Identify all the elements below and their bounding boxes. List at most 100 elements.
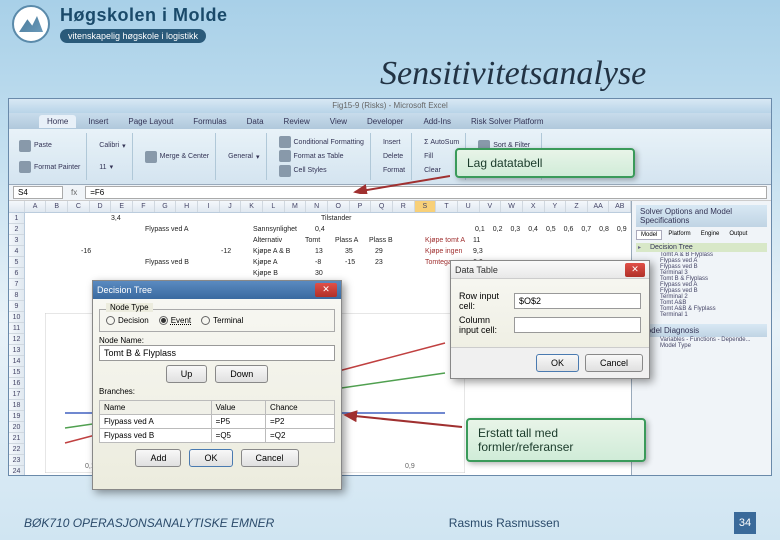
col-header[interactable]: X: [523, 201, 545, 212]
ok-button[interactable]: OK: [536, 354, 579, 372]
name-box[interactable]: S4: [13, 186, 63, 199]
sidebar-tab-platform[interactable]: Platform: [664, 230, 694, 240]
row-header[interactable]: 2: [9, 224, 24, 235]
tab-risksolver[interactable]: Risk Solver Platform: [463, 115, 551, 128]
col-header[interactable]: E: [111, 201, 133, 212]
row-header[interactable]: 8: [9, 290, 24, 301]
cancel-button[interactable]: Cancel: [585, 354, 643, 372]
col-header[interactable]: P: [350, 201, 372, 212]
col-header[interactable]: G: [155, 201, 177, 212]
diag-item[interactable]: Model Type: [636, 343, 767, 349]
close-icon[interactable]: ✕: [625, 263, 645, 277]
radio-event[interactable]: Event: [159, 316, 191, 325]
row-header[interactable]: 6: [9, 268, 24, 279]
sidebar-tab-model[interactable]: Model: [636, 230, 662, 240]
tab-review[interactable]: Review: [276, 115, 318, 128]
row-header[interactable]: 17: [9, 389, 24, 400]
format-table-button[interactable]: Format as Table: [279, 150, 364, 162]
tab-home[interactable]: Home: [39, 115, 76, 128]
col-header[interactable]: W: [501, 201, 523, 212]
up-button[interactable]: Up: [166, 365, 208, 383]
row-header[interactable]: 21: [9, 433, 24, 444]
row-header[interactable]: 20: [9, 422, 24, 433]
row-header[interactable]: 22: [9, 444, 24, 455]
sidebar-tab-engine[interactable]: Engine: [697, 230, 724, 240]
delete-button[interactable]: Delete: [383, 153, 405, 160]
row-header[interactable]: 13: [9, 345, 24, 356]
table-row[interactable]: Flypass ved B =Q5 =Q2: [100, 429, 335, 443]
col-header[interactable]: T: [436, 201, 458, 212]
font-name-select[interactable]: Calibri ▾: [99, 142, 125, 150]
col-header[interactable]: V: [480, 201, 502, 212]
cancel-button[interactable]: Cancel: [241, 449, 299, 467]
col-header[interactable]: Q: [371, 201, 393, 212]
col-header[interactable]: F: [133, 201, 155, 212]
row-header[interactable]: 16: [9, 378, 24, 389]
tree-root[interactable]: Decision Tree: [636, 243, 767, 252]
col-header[interactable]: M: [285, 201, 307, 212]
row-header[interactable]: 12: [9, 334, 24, 345]
col-header[interactable]: Y: [545, 201, 567, 212]
col-header[interactable]: B: [46, 201, 68, 212]
row-header[interactable]: 18: [9, 400, 24, 411]
col-header[interactable]: L: [263, 201, 285, 212]
row-header[interactable]: 14: [9, 356, 24, 367]
row-header[interactable]: 23: [9, 455, 24, 466]
col-input-cell[interactable]: [514, 317, 641, 333]
row-header[interactable]: 3: [9, 235, 24, 246]
col-header[interactable]: A: [25, 201, 47, 212]
merge-button[interactable]: Merge & Center: [145, 151, 209, 163]
row-header[interactable]: 24: [9, 466, 24, 475]
col-header[interactable]: O: [328, 201, 350, 212]
ok-button[interactable]: OK: [189, 449, 232, 467]
tab-data[interactable]: Data: [239, 115, 272, 128]
tab-formulas[interactable]: Formulas: [185, 115, 234, 128]
tab-addins[interactable]: Add-Ins: [415, 115, 459, 128]
col-header[interactable]: AB: [609, 201, 631, 212]
insert-button[interactable]: Insert: [383, 139, 405, 146]
radio-terminal[interactable]: Terminal: [201, 316, 243, 325]
col-header[interactable]: J: [220, 201, 242, 212]
col-header[interactable]: AA: [588, 201, 610, 212]
row-header[interactable]: 19: [9, 411, 24, 422]
col-header[interactable]: U: [458, 201, 480, 212]
row-header[interactable]: 4: [9, 246, 24, 257]
col-header[interactable]: S: [415, 201, 437, 212]
font-size-select[interactable]: 11 ▾: [99, 163, 125, 171]
down-button[interactable]: Down: [215, 365, 268, 383]
fill-button[interactable]: Fill: [424, 153, 459, 160]
radio-decision[interactable]: Decision: [106, 316, 149, 325]
fx-icon[interactable]: fx: [71, 188, 77, 197]
autosum-button[interactable]: Σ AutoSum: [424, 139, 459, 146]
col-header[interactable]: H: [176, 201, 198, 212]
number-format-select[interactable]: General ▾: [228, 153, 259, 161]
row-input-cell[interactable]: [514, 293, 641, 309]
tab-developer[interactable]: Developer: [359, 115, 411, 128]
cond-fmt-button[interactable]: Conditional Formatting: [279, 136, 364, 148]
col-header[interactable]: N: [306, 201, 328, 212]
row-header[interactable]: 11: [9, 323, 24, 334]
col-header[interactable]: R: [393, 201, 415, 212]
sidebar-tab-output[interactable]: Output: [725, 230, 751, 240]
col-header[interactable]: Z: [566, 201, 588, 212]
row-header[interactable]: 9: [9, 301, 24, 312]
row-header[interactable]: 1: [9, 213, 24, 224]
add-button[interactable]: Add: [135, 449, 181, 467]
tab-view[interactable]: View: [322, 115, 355, 128]
tab-insert[interactable]: Insert: [80, 115, 116, 128]
paste-button[interactable]: Paste: [19, 140, 80, 152]
col-header[interactable]: C: [68, 201, 90, 212]
col-header[interactable]: K: [241, 201, 263, 212]
close-icon[interactable]: ✕: [315, 283, 337, 297]
row-header[interactable]: 7: [9, 279, 24, 290]
tab-pagelayout[interactable]: Page Layout: [120, 115, 181, 128]
tree-node[interactable]: Terminal 1: [636, 312, 767, 318]
col-header[interactable]: I: [198, 201, 220, 212]
row-header[interactable]: 15: [9, 367, 24, 378]
format-painter-button[interactable]: Format Painter: [19, 161, 80, 173]
col-header[interactable]: D: [90, 201, 112, 212]
branches-table[interactable]: Name Value Chance Flypass ved A =P5 =P2 …: [99, 400, 335, 443]
row-header[interactable]: 5: [9, 257, 24, 268]
node-name-input[interactable]: [99, 345, 335, 361]
row-header[interactable]: 10: [9, 312, 24, 323]
